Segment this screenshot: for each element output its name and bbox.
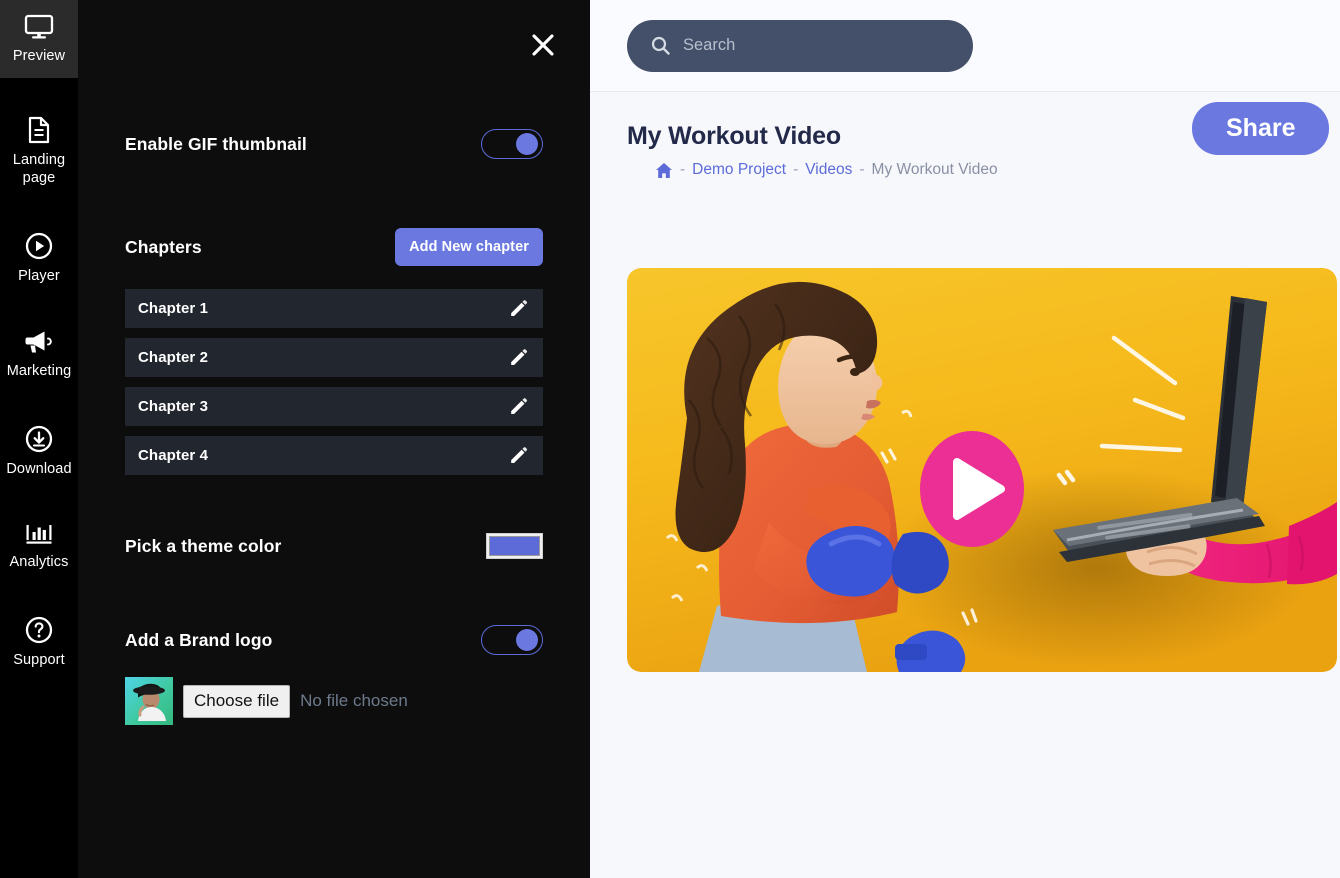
theme-color-label: Pick a theme color [125, 536, 281, 557]
toggle-knob [516, 629, 538, 651]
toggle-knob [516, 133, 538, 155]
download-circle-icon [25, 425, 53, 453]
breadcrumb-separator: - [793, 161, 798, 179]
chapter-row[interactable]: Chapter 2 [125, 338, 543, 377]
main-content: My Workout Video - Demo Project - Videos… [590, 0, 1340, 878]
pencil-icon[interactable] [508, 446, 528, 466]
brand-logo-thumbnail [125, 677, 173, 725]
theme-color-setting-row: Pick a theme color [125, 531, 543, 561]
breadcrumb-current: My Workout Video [872, 161, 998, 179]
sidebar-item-support[interactable]: Support [0, 606, 78, 682]
sidebar-item-marketing[interactable]: Marketing [0, 319, 78, 393]
search-input[interactable] [683, 36, 933, 55]
chapters-list: Chapter 1 Chapter 2 [125, 289, 543, 475]
theme-color-swatch [489, 536, 540, 556]
breadcrumb-separator: - [680, 161, 685, 179]
bar-chart-icon [25, 522, 53, 546]
brand-logo-label: Add a Brand logo [125, 630, 272, 651]
sidebar-item-label: Analytics [10, 553, 69, 572]
gif-thumbnail-label: Enable GIF thumbnail [125, 134, 307, 155]
chapter-name: Chapter 2 [138, 349, 208, 366]
sidebar-item-landing-page[interactable]: Landing page [0, 106, 78, 200]
sidebar-item-download[interactable]: Download [0, 415, 78, 491]
app-root: Preview Landing page Player [0, 0, 1340, 878]
sidebar-item-label: Preview [13, 47, 65, 66]
chapter-name: Chapter 3 [138, 398, 208, 415]
breadcrumb-link-videos[interactable]: Videos [805, 161, 852, 179]
play-circle-icon [25, 232, 53, 260]
left-sidebar: Preview Landing page Player [0, 0, 78, 878]
gif-thumbnail-toggle[interactable] [481, 129, 543, 159]
top-bar [590, 0, 1340, 92]
search-box[interactable] [627, 20, 973, 72]
breadcrumb-link-demo-project[interactable]: Demo Project [692, 161, 786, 179]
chapter-name: Chapter 1 [138, 300, 208, 317]
brand-logo-file-row: Choose file No file chosen [125, 677, 543, 725]
sidebar-item-label: Download [6, 460, 71, 479]
video-settings-panel: Enable GIF thumbnail Chapters Add New ch… [78, 0, 590, 878]
gif-thumbnail-setting-row: Enable GIF thumbnail [125, 128, 543, 160]
chapters-header-row: Chapters Add New chapter [125, 228, 543, 266]
no-file-chosen-text: No file chosen [300, 691, 408, 711]
search-icon [651, 36, 670, 55]
chapter-name: Chapter 4 [138, 447, 208, 464]
pencil-icon[interactable] [508, 299, 528, 319]
chapter-row[interactable]: Chapter 4 [125, 436, 543, 475]
sidebar-item-analytics[interactable]: Analytics [0, 512, 78, 584]
add-new-chapter-button[interactable]: Add New chapter [395, 228, 543, 266]
choose-file-button[interactable]: Choose file [183, 685, 290, 718]
breadcrumb: - Demo Project - Videos - My Workout Vid… [627, 161, 1340, 179]
chapters-label: Chapters [125, 237, 202, 258]
theme-color-picker[interactable] [486, 533, 543, 559]
sidebar-item-label: Support [13, 651, 65, 670]
question-circle-icon [25, 616, 53, 644]
megaphone-icon [24, 329, 54, 355]
close-icon[interactable] [526, 28, 560, 62]
brand-logo-setting-row: Add a Brand logo [125, 625, 543, 655]
document-icon [27, 116, 51, 144]
sidebar-item-label: Landing page [2, 151, 76, 188]
monitor-icon [24, 14, 54, 40]
breadcrumb-separator: - [859, 161, 864, 179]
chapter-row[interactable]: Chapter 1 [125, 289, 543, 328]
share-button[interactable]: Share [1192, 102, 1329, 155]
brand-logo-toggle[interactable] [481, 625, 543, 655]
sidebar-item-label: Marketing [7, 362, 72, 381]
home-icon[interactable] [655, 162, 673, 179]
sidebar-item-label: Player [18, 267, 60, 286]
sidebar-item-player[interactable]: Player [0, 222, 78, 298]
page-header: My Workout Video - Demo Project - Videos… [590, 92, 1340, 179]
sidebar-item-preview[interactable]: Preview [0, 0, 78, 78]
pencil-icon[interactable] [508, 348, 528, 368]
pencil-icon[interactable] [508, 397, 528, 417]
video-thumbnail[interactable] [627, 268, 1337, 672]
chapter-row[interactable]: Chapter 3 [125, 387, 543, 426]
